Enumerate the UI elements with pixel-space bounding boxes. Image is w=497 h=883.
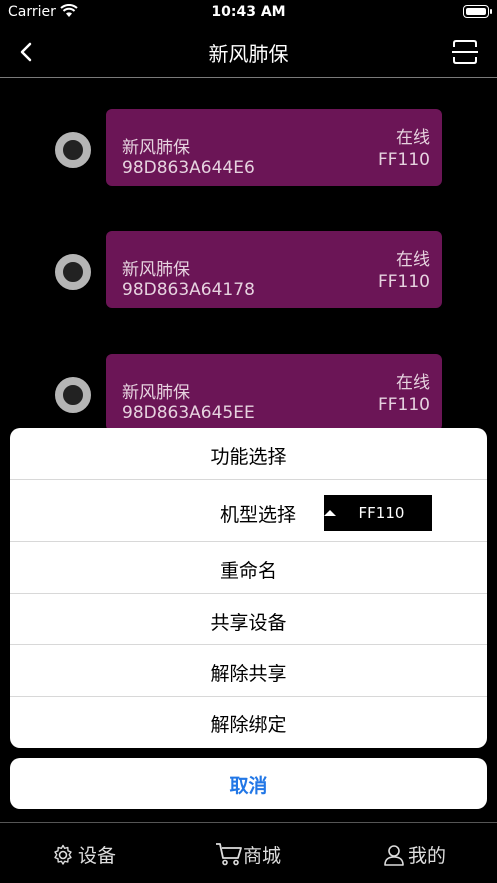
device-model: FF110 (377, 395, 430, 415)
rename-label: 重命名 (219, 560, 277, 582)
clock: 10:43 AM (211, 4, 286, 20)
device-mac: 98D863A64178 (122, 280, 255, 300)
device-row[interactable]: 新风肺保 98D863A645EE 在线 FF110 (0, 354, 497, 432)
device-mac: 98D863A645EE (122, 403, 255, 423)
device-card[interactable]: 新风肺保 98D863A645EE 在线 FF110 (106, 354, 442, 431)
model-dropdown[interactable]: FF110 (324, 495, 432, 531)
gear-icon (54, 844, 72, 865)
model-dropdown-value: FF110 (358, 504, 405, 522)
share-device-label: 共享设备 (210, 612, 287, 634)
user-icon (384, 845, 404, 866)
sheet-title: 功能选择 (210, 446, 287, 468)
cart-icon (216, 843, 242, 866)
tab-bar: 设备 商城 我的 (0, 822, 497, 883)
device-mac: 98D863A644E6 (122, 158, 255, 178)
caret-up-icon (324, 510, 336, 516)
cancel-button[interactable]: 取消 (10, 758, 487, 809)
device-model: FF110 (377, 150, 430, 170)
radio-button[interactable] (55, 132, 91, 168)
nav-bar: 新风肺保 (0, 26, 497, 78)
tab-devices-label: 设备 (78, 845, 117, 867)
status-bar: Carrier 10:43 AM (0, 0, 497, 26)
action-sheet: 功能选择 机型选择 FF110 重命名 共享设备 解除共享 解除绑定 (10, 428, 487, 748)
device-name: 新风肺保 (122, 383, 190, 403)
unbind-button[interactable]: 解除绑定 (10, 697, 487, 748)
device-model: FF110 (377, 272, 430, 292)
device-status: 在线 (396, 373, 430, 393)
radio-button[interactable] (55, 377, 91, 413)
device-status: 在线 (396, 128, 430, 148)
device-name: 新风肺保 (122, 138, 190, 158)
scan-icon[interactable] (451, 38, 479, 66)
cancel-label: 取消 (229, 775, 268, 797)
tab-shop-label: 商城 (243, 845, 282, 867)
device-card[interactable]: 新风肺保 98D863A64178 在线 FF110 (106, 231, 442, 308)
device-status: 在线 (396, 250, 430, 270)
model-select-label: 机型选择 (220, 504, 297, 526)
device-name: 新风肺保 (122, 260, 190, 280)
unshare-label: 解除共享 (210, 663, 287, 685)
unbind-label: 解除绑定 (210, 714, 287, 736)
share-device-button[interactable]: 共享设备 (10, 594, 487, 645)
rename-button[interactable]: 重命名 (10, 542, 487, 594)
page-title: 新风肺保 (208, 42, 289, 66)
sheet-title-row: 功能选择 (10, 428, 487, 480)
tab-mine-label: 我的 (408, 845, 447, 867)
device-row[interactable]: 新风肺保 98D863A64178 在线 FF110 (0, 231, 497, 309)
tab-shop[interactable]: 商城 (215, 841, 281, 868)
model-select-row: 机型选择 FF110 (10, 480, 487, 542)
radio-button[interactable] (55, 254, 91, 290)
tab-mine[interactable]: 我的 (384, 841, 446, 868)
unshare-button[interactable]: 解除共享 (10, 645, 487, 697)
device-card[interactable]: 新风肺保 98D863A644E6 在线 FF110 (106, 109, 442, 186)
battery-icon (463, 5, 492, 18)
device-row[interactable]: 新风肺保 98D863A644E6 在线 FF110 (0, 109, 497, 187)
tab-devices[interactable]: 设备 (52, 841, 116, 868)
